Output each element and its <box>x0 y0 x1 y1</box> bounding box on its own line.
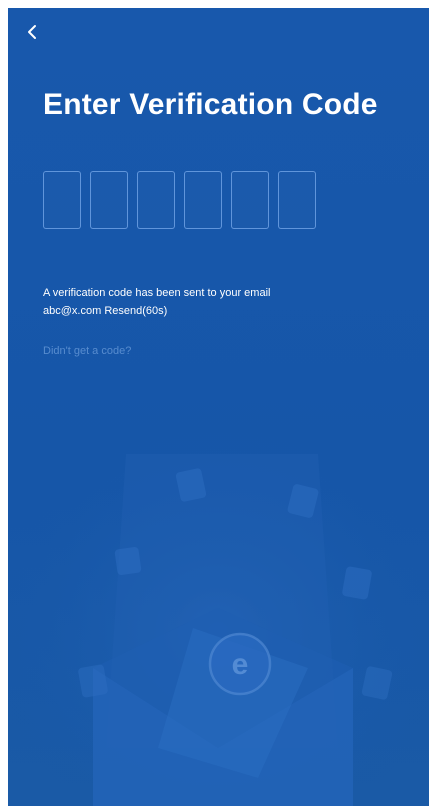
email-illustration: e <box>8 418 429 806</box>
chevron-left-icon <box>28 25 36 39</box>
floating-tile <box>114 546 142 576</box>
verification-info: A verification code has been sent to you… <box>43 284 270 320</box>
page-title: Enter Verification Code <box>43 88 378 121</box>
verification-screen: Enter Verification Code A verification c… <box>8 8 429 806</box>
floating-tile <box>342 566 372 600</box>
badge-letter: e <box>232 648 249 681</box>
code-digit-box-1[interactable] <box>43 171 81 229</box>
code-digit-box-4[interactable] <box>184 171 222 229</box>
didnt-get-code-link[interactable]: Didn't get a code? <box>43 345 131 357</box>
code-digit-box-2[interactable] <box>90 171 128 229</box>
code-digit-box-6[interactable] <box>278 171 316 229</box>
code-input-group <box>43 171 316 229</box>
email-line: abc@x.com Resend(60s) <box>43 302 270 320</box>
email-address: abc@x.com <box>43 305 102 317</box>
code-digit-box-3[interactable] <box>137 171 175 229</box>
back-button[interactable] <box>22 20 46 44</box>
info-message: A verification code has been sent to you… <box>43 287 271 299</box>
floating-tile <box>78 664 108 698</box>
resend-link[interactable]: Resend(60s) <box>104 305 167 317</box>
code-digit-box-5[interactable] <box>231 171 269 229</box>
